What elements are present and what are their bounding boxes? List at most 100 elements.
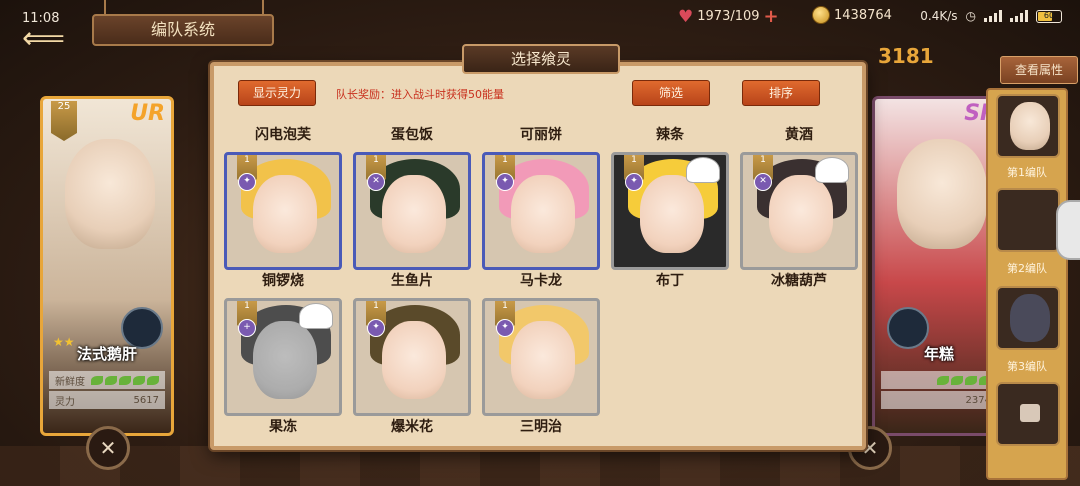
team-2-label: 第2编队	[1007, 262, 1047, 275]
chef-hat-icon	[815, 157, 849, 183]
card-name: 三明治	[520, 419, 562, 435]
character-name: 法式鹅肝	[76, 345, 137, 363]
avatar	[1010, 102, 1050, 150]
alarm-icon: ◷	[965, 9, 976, 23]
team-2-slot[interactable]	[996, 188, 1060, 252]
element-icon: ✦	[367, 319, 385, 337]
network-speed: 0.4K/s	[920, 9, 958, 23]
battery-icon: 60	[1036, 9, 1062, 23]
card-name: 辣条	[656, 127, 684, 143]
team-3-slot[interactable]	[996, 286, 1060, 350]
leaf-icon	[951, 375, 963, 385]
character-card[interactable]: 1 ✦	[482, 152, 600, 270]
face	[640, 175, 704, 253]
power-row: 灵力 5617	[49, 391, 165, 409]
status-right: 0.4K/s ◷ 60	[920, 9, 1062, 23]
freshness-row	[881, 371, 997, 389]
leaf-icon	[147, 375, 159, 385]
character-grid: 闪电泡芙 蛋包饭 可丽饼 辣条 黄酒 1 ✦ 铜锣烧 1 ✕ 生鱼片 1 ✦ 马…	[222, 112, 858, 442]
level-badge: 25	[51, 101, 77, 141]
leaf-icon	[91, 375, 103, 385]
team-3-label: 第3编队	[1007, 360, 1047, 373]
card-name: 可丽饼	[520, 127, 562, 143]
signal-icon-2	[1010, 10, 1028, 22]
sort-button[interactable]: 排序	[742, 80, 820, 106]
card-name: 蛋包饭	[391, 127, 433, 143]
card-name: 黄酒	[785, 127, 813, 143]
chef-hat-icon	[299, 303, 333, 329]
rarity-badge: UR	[130, 101, 165, 126]
locked-slot[interactable]	[996, 382, 1060, 446]
lock-icon	[1020, 404, 1040, 422]
card-name: 果冻	[269, 419, 297, 435]
avatar	[1010, 294, 1050, 342]
add-stamina-icon[interactable]: +	[764, 6, 779, 27]
power-label: 灵力	[55, 396, 75, 408]
team-power-score: 3181	[878, 44, 934, 68]
face	[253, 175, 317, 253]
character-card[interactable]: 1 ✕	[353, 152, 471, 270]
leaf-icon	[119, 375, 131, 385]
battery-level: 60	[1043, 10, 1055, 20]
character-card[interactable]: 1 ✦	[611, 152, 729, 270]
element-icon: ✕	[754, 173, 772, 191]
modal-toolbar: 显示灵力 队长奖励：进入战斗时获得50能量 筛选 排序	[214, 76, 862, 108]
modal-title: 选择飨灵	[462, 44, 620, 74]
back-arrow-icon[interactable]: ⟸	[22, 24, 76, 54]
coin-icon	[812, 6, 830, 24]
select-character-modal: 选择飨灵 显示灵力 队长奖励：进入战斗时获得50能量 筛选 排序 闪电泡芙 蛋包…	[210, 44, 866, 450]
scroll-handle[interactable]	[1056, 200, 1080, 260]
card-name: 马卡龙	[520, 273, 562, 289]
leaf-icon	[965, 375, 977, 385]
background-floor	[0, 446, 1080, 486]
character-card[interactable]: 1 ✦	[482, 298, 600, 416]
chef-hat-icon	[686, 157, 720, 183]
character-portrait	[897, 139, 987, 249]
team-1-slot[interactable]	[996, 94, 1060, 158]
character-portrait	[65, 139, 155, 249]
freshness-leaves	[91, 375, 159, 385]
card-name: 冰糖葫芦	[771, 273, 827, 289]
power-value: 5617	[133, 394, 159, 406]
character-card[interactable]: 1 ✦	[353, 298, 471, 416]
character-name: 年糕	[923, 345, 954, 363]
face	[253, 321, 317, 399]
leader-bonus-text: 队长奖励：进入战斗时获得50能量	[336, 88, 504, 101]
element-icon: +	[238, 319, 256, 337]
show-power-button[interactable]: 显示灵力	[238, 80, 316, 106]
card-name: 生鱼片	[391, 273, 433, 289]
character-card[interactable]: 1 ✕	[740, 152, 858, 270]
filter-button[interactable]: 筛选	[632, 80, 710, 106]
team-1-label: 第1编队	[1007, 166, 1047, 179]
character-card[interactable]: 1 +	[224, 298, 342, 416]
card-name: 铜锣烧	[262, 273, 304, 289]
element-icon: ✦	[625, 173, 643, 191]
face	[382, 321, 446, 399]
signal-icon	[984, 10, 1002, 22]
page-title: 编队系统	[92, 14, 274, 46]
stamina-resource: ♥ 1973/109 +	[678, 6, 779, 27]
freshness-label: 新鲜度	[55, 376, 85, 388]
leaf-icon	[133, 375, 145, 385]
heart-icon: ♥	[678, 6, 694, 27]
character-card[interactable]: 1 ✦	[224, 152, 342, 270]
stamina-value: 1973/109	[697, 9, 760, 24]
gold-value: 1438764	[834, 7, 892, 23]
face	[511, 175, 575, 253]
face	[382, 175, 446, 253]
element-icon: ✦	[238, 173, 256, 191]
card-name: 布丁	[656, 273, 684, 289]
leaf-icon	[105, 375, 117, 385]
freshness-leaves	[937, 375, 991, 385]
element-icon: ✦	[496, 319, 514, 337]
face	[769, 175, 833, 253]
leaf-icon	[937, 375, 949, 385]
fork-knife-icon[interactable]: ✕	[86, 426, 130, 470]
level-value: 25	[57, 101, 71, 112]
card-name: 闪电泡芙	[255, 127, 311, 143]
power-row: 2374	[881, 391, 997, 409]
element-icon: ✕	[367, 173, 385, 191]
leader-card[interactable]: 25 UR ★★ 法式鹅肝 新鲜度 灵力 5617	[40, 96, 174, 436]
view-attributes-button[interactable]: 查看属性	[1000, 56, 1078, 84]
element-icon: ✦	[496, 173, 514, 191]
